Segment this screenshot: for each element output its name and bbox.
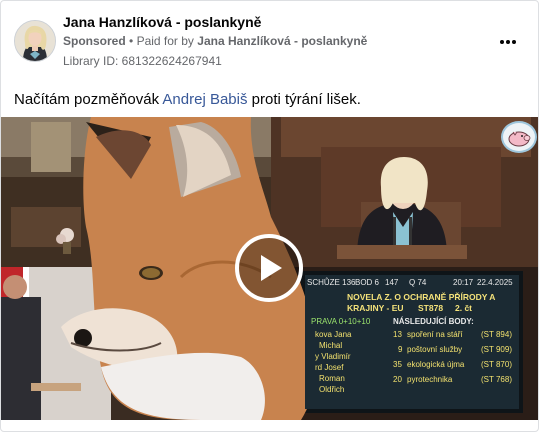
board-name: Roman [319, 374, 345, 383]
page-avatar[interactable] [14, 20, 56, 62]
board-date: 22.4.2025 [477, 278, 513, 287]
page-name[interactable]: Jana Hanzlíková - poslankyně [63, 14, 261, 30]
board-reading: 2. čt [455, 303, 473, 313]
mention-link[interactable]: Andrej Babiš [162, 91, 247, 108]
paid-for-prefix: Paid for by [136, 34, 194, 48]
board-next-head: NÁSLEDUJÍCÍ BODY: [393, 317, 474, 326]
post-text-end: proti týrání lišek. [251, 91, 361, 108]
board-item-name: pyrotechnika [407, 375, 453, 384]
board-name: y Vladimír [315, 352, 351, 361]
sponsored-label: Sponsored [63, 34, 126, 48]
board-item-no: 20 [393, 375, 402, 384]
library-id: Library ID: 681322624267941 [63, 54, 222, 68]
board-item-no: 35 [393, 360, 402, 369]
paid-for-name[interactable]: Jana Hanzlíková - poslankyně [197, 34, 367, 48]
board-name: Michal [319, 341, 343, 350]
play-button[interactable] [235, 234, 303, 302]
board-item-name: ekologická újma [407, 360, 465, 369]
board-time: 20:17 [453, 278, 474, 287]
video-thumbnail[interactable]: SCHŮZE 136 BOD 6 147 Q 74 20:17 22.4.202… [1, 117, 538, 420]
board-name: kova Jana [315, 330, 352, 339]
board-point: BOD 6 [355, 278, 380, 287]
board-item-name: poštovní služby [407, 345, 463, 354]
board-item-no: 13 [393, 330, 402, 339]
board-item-no: 9 [398, 345, 403, 354]
board-item-name: spoření na stáří [407, 330, 463, 339]
ad-post-card: Jana Hanzlíková - poslankyně Sponsored •… [0, 0, 539, 432]
play-icon [261, 255, 282, 281]
voting-board: SCHŮZE 136 BOD 6 147 Q 74 20:17 22.4.202… [305, 275, 519, 409]
board-name: Oldřich [319, 385, 345, 394]
board-title-line2: KRAJINY - EU [347, 303, 404, 313]
post-text: Načítám pozměňovák Andrej Babiš proti tý… [14, 91, 361, 108]
board-name: rd Josef [315, 363, 344, 372]
board-print-no: ST878 [418, 303, 444, 313]
board-left-head: PRAVA 0+10+10 [311, 317, 371, 326]
more-options-button[interactable] [496, 34, 520, 50]
board-q: Q 74 [409, 278, 427, 287]
board-count: 147 [385, 278, 399, 287]
board-item-code: (ST 870) [481, 360, 512, 369]
board-item-code: (ST 909) [481, 345, 512, 354]
post-text-start: Načítám pozměňovák [14, 91, 160, 108]
more-horizontal-icon [500, 40, 504, 44]
board-title-line1: NOVELA Z. O OCHRANĚ PŘÍRODY A [347, 292, 496, 302]
sponsored-meta: Sponsored • Paid for by Jana Hanzlíková … [63, 34, 367, 48]
board-item-code: (ST 768) [481, 375, 512, 384]
pig-icon [508, 131, 531, 147]
board-session: SCHŮZE 136 [307, 278, 356, 287]
board-item-code: (ST 894) [481, 330, 512, 339]
meta-separator: • [129, 34, 134, 48]
channel-watermark [501, 121, 537, 153]
avatar-image [15, 21, 55, 61]
